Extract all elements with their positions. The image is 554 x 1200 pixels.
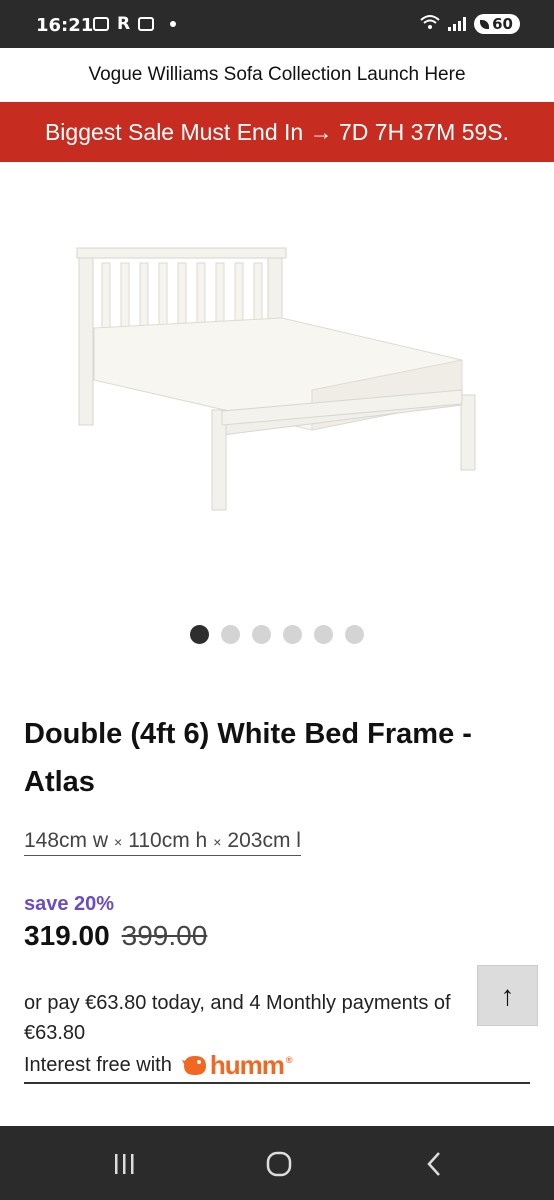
- carousel-dot[interactable]: [283, 625, 302, 644]
- back-button[interactable]: [414, 1150, 454, 1178]
- dimension-height: 110cm h: [128, 829, 208, 852]
- r-app-icon: R: [117, 14, 131, 34]
- announcement-bar[interactable]: Vogue Williams Sofa Collection Launch He…: [0, 48, 554, 102]
- home-icon: [266, 1151, 292, 1177]
- humm-wordmark: humm: [209, 1049, 285, 1080]
- dimension-width: 148cm w: [24, 829, 109, 852]
- carousel-dot[interactable]: [190, 625, 209, 644]
- battery-level: 60: [492, 15, 513, 33]
- status-left-icons: R: [93, 14, 177, 34]
- scroll-to-top-button[interactable]: ↑: [477, 965, 538, 1026]
- home-button[interactable]: [259, 1150, 299, 1178]
- interest-free-label: Interest free with: [24, 1053, 172, 1076]
- screenshot-icon: [93, 17, 109, 31]
- signal-icon: [448, 17, 467, 31]
- product-title: Double (4ft 6) White Bed Frame - Atlas: [24, 718, 472, 798]
- battery-indicator: 60: [474, 14, 520, 34]
- dimension-separator: ×: [213, 834, 222, 850]
- recent-apps-icon: [115, 1154, 134, 1174]
- dimension-length: 203cm l: [227, 829, 301, 852]
- recent-apps-button[interactable]: [104, 1150, 144, 1178]
- battery-saver-icon: [480, 19, 490, 29]
- back-icon: [427, 1152, 440, 1176]
- humm-financing[interactable]: Interest free with humm ®: [24, 1048, 530, 1084]
- carousel-dot[interactable]: [314, 625, 333, 644]
- arrow-up-icon: ↑: [500, 979, 515, 1011]
- notification-dot-icon: [170, 21, 177, 27]
- installment-amount: €63.80: [24, 1022, 86, 1044]
- wallet-icon: [138, 17, 155, 31]
- carousel-dot[interactable]: [252, 625, 271, 644]
- original-price: 399.00: [121, 920, 208, 951]
- humm-bird-icon: [181, 1056, 206, 1075]
- carousel-dot[interactable]: [221, 625, 240, 644]
- installment-info: or pay €63.80 today, and 4 Monthly payme…: [24, 992, 451, 1014]
- carousel-dot[interactable]: [345, 625, 364, 644]
- status-time: 16:21: [36, 15, 94, 36]
- price-block: 319.00 399.00: [24, 920, 207, 952]
- carousel-dots: [190, 625, 364, 644]
- navigation-bar: [0, 1126, 554, 1200]
- humm-registered-mark: ®: [285, 1055, 293, 1065]
- product-image[interactable]: [62, 230, 492, 530]
- status-bar: 16:21 R 60: [0, 0, 554, 48]
- dimension-separator: ×: [114, 834, 123, 850]
- sale-countdown-banner[interactable]: Biggest Sale Must End In → 7D 7H 37M 59S…: [0, 102, 554, 162]
- humm-logo: humm ®: [181, 1049, 293, 1081]
- current-price: 319.00: [24, 920, 110, 951]
- save-badge: save 20%: [24, 893, 115, 915]
- product-dimensions[interactable]: 148cm w × 110cm h × 203cm l: [24, 829, 301, 856]
- wifi-icon: [420, 14, 440, 34]
- status-right-icons: 60: [420, 14, 520, 34]
